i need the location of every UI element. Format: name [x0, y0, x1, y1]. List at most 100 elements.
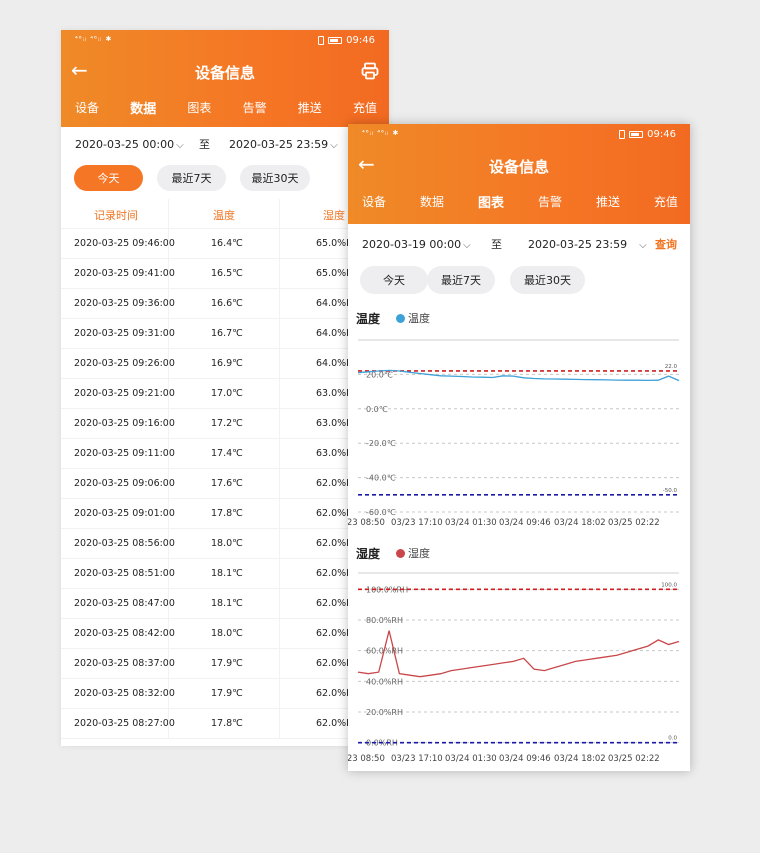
- chevron-down-icon: ⌵: [176, 139, 184, 151]
- cell-temperature: 17.8℃: [211, 508, 243, 519]
- humidity-chart: 100.0%RH80.0%RH60.0%RH40.0%RH20.0%RH0.0%…: [348, 572, 680, 764]
- table-header: 记录时间 温度 湿度: [61, 199, 389, 229]
- tab-bar: 设备 数据 图表 告警 推送 充值: [348, 186, 690, 216]
- table-row: 2020-03-25 09:31:00 16.7℃ 64.0%R: [61, 319, 389, 349]
- y-tick-label: -60.0℃: [366, 508, 396, 517]
- start-date-picker[interactable]: 2020-03-19 00:00 ⌵: [362, 238, 471, 251]
- vibrate-icon: [318, 36, 325, 45]
- vibrate-icon: [619, 130, 626, 139]
- cell-time: 2020-03-25 08:27:00: [74, 718, 175, 729]
- battery-icon: [328, 37, 343, 44]
- print-icon[interactable]: [361, 62, 379, 80]
- y-tick-label: -40.0℃: [366, 474, 396, 483]
- quick-range: 今天 最近7天 最近30天: [348, 264, 690, 306]
- temperature-chart: 20.0℃0.0℃-20.0℃-40.0℃-60.0℃22.0-50.0/23 …: [348, 339, 680, 528]
- cell-time: 2020-03-25 09:21:00: [74, 388, 175, 399]
- cell-temperature: 16.9℃: [211, 358, 243, 369]
- table-row: 2020-03-25 09:16:00 17.2℃ 63.0%R: [61, 409, 389, 439]
- lower-limit-label: 0.0: [668, 736, 677, 742]
- x-tick-label: 03/24 09:46: [499, 518, 551, 528]
- humidity-chart-title: 湿度: [356, 547, 381, 561]
- clock: 09:46: [647, 129, 676, 140]
- humidity-legend: 湿度: [396, 545, 430, 561]
- table-row: 2020-03-25 09:26:00 16.9℃ 64.0%R: [61, 349, 389, 379]
- tab-push[interactable]: 推送: [596, 193, 620, 210]
- cell-time: 2020-03-25 08:56:00: [74, 538, 175, 549]
- x-tick-label: 03/25 02:22: [608, 754, 660, 764]
- today-button[interactable]: 今天: [74, 165, 143, 191]
- last-7-days-button[interactable]: 最近7天: [157, 165, 226, 191]
- cell-temperature: 16.4℃: [211, 238, 243, 249]
- series-line: [357, 630, 680, 678]
- cell-temperature: 18.1℃: [211, 598, 243, 609]
- table-row: 2020-03-25 09:41:00 16.5℃ 65.0%R: [61, 259, 389, 289]
- table-row: 2020-03-25 09:06:00 17.6℃ 62.0%R: [61, 469, 389, 499]
- tab-data[interactable]: 数据: [130, 98, 156, 117]
- tab-data[interactable]: 数据: [420, 193, 444, 210]
- cell-temperature: 16.5℃: [211, 268, 243, 279]
- table-row: 2020-03-25 08:56:00 18.0℃ 62.0%R: [61, 529, 389, 559]
- table-row: 2020-03-25 09:46:00 16.4℃ 65.0%R: [61, 229, 389, 259]
- back-arrow-icon[interactable]: ←: [71, 60, 88, 80]
- x-tick-label: 03/25 02:22: [608, 518, 660, 528]
- status-bar: ⁴⁶ᵢₗ ⁴⁶ᵢₗ ✱ 09:46: [61, 30, 389, 52]
- tab-device[interactable]: 设备: [362, 193, 386, 210]
- back-arrow-icon[interactable]: ←: [358, 154, 375, 174]
- x-tick-label: 03/24 09:46: [499, 754, 551, 764]
- signal-icon: ⁴⁶ᵢₗ ⁴⁶ᵢₗ ✱: [75, 35, 113, 43]
- tab-chart[interactable]: 图表: [478, 192, 504, 211]
- cell-temperature: 16.6℃: [211, 298, 243, 309]
- start-date-picker[interactable]: 2020-03-25 00:00 ⌵: [75, 138, 184, 151]
- tab-recharge[interactable]: 充值: [353, 99, 377, 116]
- tab-alarm[interactable]: 告警: [243, 99, 267, 116]
- col-humidity: 湿度: [323, 209, 345, 222]
- table-row: 2020-03-25 09:21:00 17.0℃ 63.0%R: [61, 379, 389, 409]
- tab-bar: 设备 数据 图表 告警 推送 充值: [61, 92, 389, 122]
- header: ⁴⁶ᵢₗ ⁴⁶ᵢₗ ✱ 09:46 ← 设备信息 设备 数据 图表 告警 推送 充值: [348, 124, 690, 224]
- y-tick-label: 40.0%RH: [366, 677, 403, 686]
- cell-time: 2020-03-25 09:06:00: [74, 478, 175, 489]
- x-tick-label: 03/23 17:10: [391, 754, 443, 764]
- today-button[interactable]: 今天: [360, 266, 428, 294]
- chevron-down-icon: ⌵: [330, 139, 338, 151]
- col-time: 记录时间: [94, 209, 138, 222]
- lower-limit-label: -50.0: [663, 488, 678, 494]
- table-row: 2020-03-25 08:37:00 17.9℃ 62.0%R: [61, 649, 389, 679]
- tab-alarm[interactable]: 告警: [538, 193, 562, 210]
- end-date-picker[interactable]: 2020-03-25 23:59 ⌵: [229, 138, 338, 151]
- cell-time: 2020-03-25 09:01:00: [74, 508, 175, 519]
- cell-time: 2020-03-25 08:47:00: [74, 598, 175, 609]
- y-tick-label: 80.0%RH: [366, 616, 403, 625]
- x-tick-label: 03/24 01:30: [445, 518, 497, 528]
- cell-temperature: 17.4℃: [211, 448, 243, 459]
- y-tick-label: 20.0%RH: [366, 708, 403, 717]
- cell-time: 2020-03-25 09:16:00: [74, 418, 175, 429]
- cell-temperature: 16.7℃: [211, 328, 243, 339]
- cell-time: 2020-03-25 08:37:00: [74, 658, 175, 669]
- table-row: 2020-03-25 08:47:00 18.1℃ 62.0%R: [61, 589, 389, 619]
- x-tick-label: /23 08:50: [348, 754, 385, 764]
- table-row: 2020-03-25 08:51:00 18.1℃ 62.0%R: [61, 559, 389, 589]
- legend-dot-icon: [396, 548, 405, 558]
- x-tick-label: 03/24 18:02: [554, 518, 606, 528]
- end-date-picker[interactable]: 2020-03-25 23:59 ⌵: [528, 238, 647, 251]
- tab-recharge[interactable]: 充值: [654, 193, 678, 210]
- temperature-legend: 温度: [396, 310, 430, 326]
- x-tick-label: 03/24 18:02: [554, 754, 606, 764]
- col-temperature: 温度: [213, 209, 235, 222]
- last-7-days-button[interactable]: 最近7天: [427, 266, 495, 294]
- y-tick-label: 0.0℃: [366, 405, 388, 414]
- tab-push[interactable]: 推送: [298, 99, 322, 116]
- tab-device[interactable]: 设备: [75, 99, 99, 116]
- cell-temperature: 18.0℃: [211, 628, 243, 639]
- y-tick-label: -20.0℃: [366, 439, 396, 448]
- date-range: 2020-03-19 00:00 ⌵ 至 2020-03-25 23:59 ⌵ 查询: [348, 224, 690, 264]
- tab-chart[interactable]: 图表: [187, 99, 211, 116]
- x-tick-label: 03/24 01:30: [445, 754, 497, 764]
- cell-time: 2020-03-25 09:11:00: [74, 448, 175, 459]
- cell-time: 2020-03-25 08:32:00: [74, 688, 175, 699]
- last-30-days-button[interactable]: 最近30天: [510, 266, 585, 294]
- last-30-days-button[interactable]: 最近30天: [240, 165, 310, 191]
- query-button[interactable]: 查询: [655, 236, 677, 252]
- table-row: 2020-03-25 08:27:00 17.8℃ 62.0%R: [61, 709, 389, 739]
